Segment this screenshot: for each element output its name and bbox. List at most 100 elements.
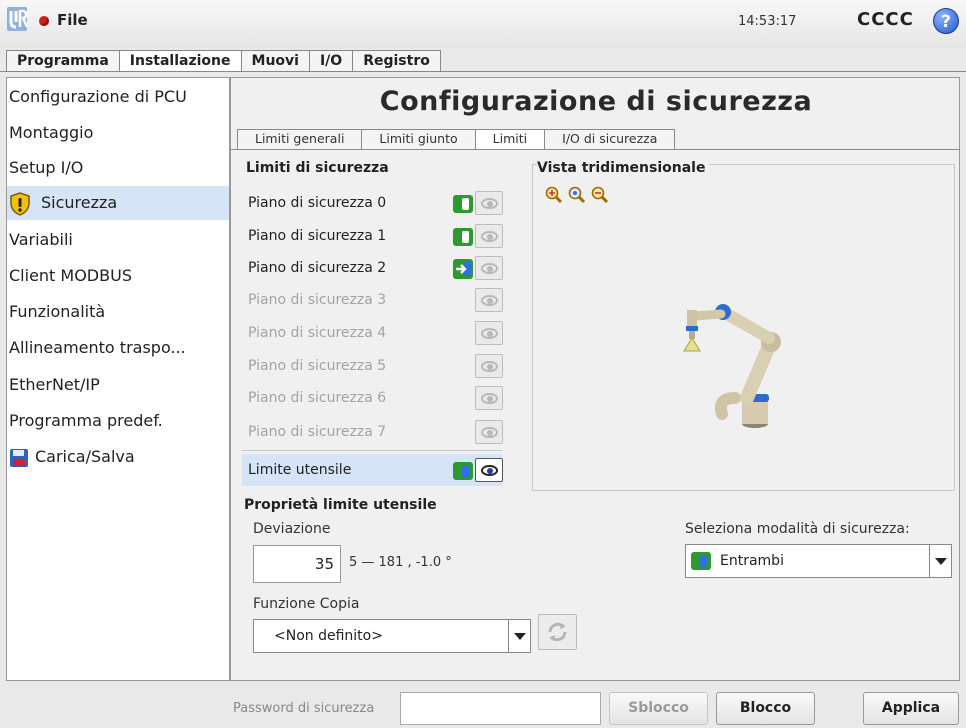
sidebar-item-label: Allineamento traspo... <box>9 338 186 357</box>
visibility-toggle[interactable] <box>475 224 503 248</box>
sidebar-item-sicurezza[interactable]: Sicurezza <box>7 186 229 220</box>
floppy-disk-icon <box>10 448 28 467</box>
safety-mode-value: Entrambi <box>720 553 784 569</box>
sidebar-item-label: Configurazione di PCU <box>9 87 187 106</box>
plane-row-5[interactable]: Piano di sicurezza 5 <box>242 350 503 382</box>
plane-row-6[interactable]: Piano di sicurezza 6 <box>242 382 503 414</box>
mode-select-label: Seleziona modalità di sicurezza: <box>685 521 910 537</box>
mode-both-icon <box>453 462 473 480</box>
sidebar: Configurazione di PCU Montaggio Setup I/… <box>6 77 230 681</box>
plane-label: Piano di sicurezza 7 <box>248 424 387 440</box>
visibility-toggle[interactable] <box>475 420 503 444</box>
plane-row-3[interactable]: Piano di sicurezza 3 <box>242 284 503 316</box>
plane-label: Piano di sicurezza 0 <box>248 195 387 211</box>
sidebar-item-label: Sicurezza <box>41 193 118 212</box>
sidebar-item-setup-io[interactable]: Setup I/O <box>7 151 229 185</box>
plane-row-4[interactable]: Piano di sicurezza 4 <box>242 317 503 349</box>
safety-password-label: Password di sicurezza <box>233 701 375 716</box>
sidebar-item-pcu-config[interactable]: Configurazione di PCU <box>7 80 229 114</box>
tab-installazione[interactable]: Installazione <box>118 50 242 72</box>
tab-limiti-giunto[interactable]: Limiti giunto <box>361 129 476 149</box>
mode-both-icon <box>691 552 711 570</box>
sidebar-item-label: Carica/Salva <box>35 447 135 466</box>
mode-normal-reduced-icon <box>453 228 473 246</box>
plane-label: Piano di sicurezza 2 <box>248 260 387 276</box>
limits-heading: Limiti di sicurezza <box>246 160 389 176</box>
plane-label: Piano di sicurezza 3 <box>248 292 387 308</box>
zoom-reset-icon[interactable] <box>568 186 586 204</box>
visibility-toggle[interactable] <box>475 191 503 215</box>
sidebar-item-load-save[interactable]: Carica/Salva <box>7 440 229 474</box>
sidebar-item-variabili[interactable]: Variabili <box>7 223 229 257</box>
visibility-toggle[interactable] <box>475 458 503 482</box>
shield-warning-icon <box>10 191 30 216</box>
plane-row-0[interactable]: Piano di sicurezza 0 <box>242 187 503 219</box>
sidebar-item-conveyor[interactable]: Allineamento traspo... <box>7 331 229 365</box>
visibility-toggle[interactable] <box>475 256 503 280</box>
help-icon[interactable]: ? <box>933 8 959 34</box>
copy-button[interactable] <box>538 614 577 650</box>
unlock-button[interactable]: Sblocco <box>609 692 708 725</box>
lock-button[interactable]: Blocco <box>716 692 815 725</box>
plane-label: Piano di sicurezza 4 <box>248 325 387 341</box>
tab-programma[interactable]: Programma <box>6 50 120 72</box>
file-menu[interactable]: File <box>57 11 88 29</box>
content-panel: Configurazione di sicurezza Limiti gener… <box>230 77 960 681</box>
sidebar-item-label: Variabili <box>9 230 73 249</box>
tool-props-heading: Proprietà limite utensile <box>244 497 437 513</box>
zoom-in-icon[interactable] <box>545 186 563 204</box>
tool-limit-label: Limite utensile <box>248 462 352 478</box>
tab-limiti-generali[interactable]: Limiti generali <box>237 129 363 149</box>
status-dot-icon <box>39 16 49 26</box>
top-bar: File 14:53:17 CCCC ? <box>0 0 966 48</box>
plane-label: Piano di sicurezza 5 <box>248 358 387 374</box>
tab-muovi[interactable]: Muovi <box>240 50 310 72</box>
visibility-toggle[interactable] <box>475 386 503 410</box>
sidebar-item-label: EtherNet/IP <box>9 375 100 394</box>
sidebar-item-label: Client MODBUS <box>9 266 132 285</box>
copy-function-select[interactable]: <Non definito> <box>253 619 531 653</box>
safety-mode-select[interactable]: Entrambi <box>685 544 952 578</box>
deviation-label: Deviazione <box>253 521 331 537</box>
plane-label: Piano di sicurezza 6 <box>248 390 387 406</box>
tab-io-sicurezza[interactable]: I/O di sicurezza <box>544 129 676 149</box>
safety-password-input[interactable] <box>400 692 601 725</box>
tab-registro[interactable]: Registro <box>352 50 441 72</box>
deviation-range: 5 — 181 , -1.0 ° <box>349 555 452 570</box>
robot-name: CCCC <box>857 9 914 30</box>
sidebar-item-label: Programma predef. <box>9 411 163 430</box>
main-tabs: Programma Installazione Muovi I/O Regist… <box>6 50 441 72</box>
plane-row-1[interactable]: Piano di sicurezza 1 <box>242 220 503 252</box>
sidebar-item-montaggio[interactable]: Montaggio <box>7 116 229 150</box>
visibility-toggle[interactable] <box>475 354 503 378</box>
sub-tabs: Limiti generali Limiti giunto Limiti I/O… <box>237 129 676 149</box>
sidebar-item-default-program[interactable]: Programma predef. <box>7 404 229 438</box>
deviation-input[interactable]: 35 <box>253 545 341 583</box>
apply-button[interactable]: Applica <box>863 692 959 725</box>
plane-row-7[interactable]: Piano di sicurezza 7 <box>242 416 503 448</box>
copy-function-value: <Non definito> <box>274 628 383 644</box>
sidebar-item-ethernet-ip[interactable]: EtherNet/IP <box>7 368 229 402</box>
chevron-down-icon <box>929 545 951 577</box>
tab-io[interactable]: I/O <box>308 50 354 72</box>
zoom-out-icon[interactable] <box>591 186 609 204</box>
tab-limiti[interactable]: Limiti <box>474 129 546 149</box>
refresh-icon <box>548 622 567 642</box>
sidebar-item-funzionalita[interactable]: Funzionalità <box>7 295 229 329</box>
sub-tab-divider <box>231 149 959 150</box>
divider <box>242 450 502 451</box>
chevron-down-icon <box>508 620 530 652</box>
sidebar-item-label: Setup I/O <box>9 158 84 177</box>
plane-label: Piano di sicurezza 1 <box>248 228 387 244</box>
sidebar-item-label: Funzionalità <box>9 302 106 321</box>
sidebar-item-label: Montaggio <box>9 123 94 142</box>
clock: 14:53:17 <box>738 14 797 29</box>
copy-function-label: Funzione Copia <box>253 596 360 612</box>
robot-arm-3d-render <box>683 304 781 428</box>
ur-logo-icon <box>7 7 28 31</box>
sidebar-item-modbus[interactable]: Client MODBUS <box>7 259 229 293</box>
visibility-toggle[interactable] <box>475 288 503 312</box>
visibility-toggle[interactable] <box>475 321 503 345</box>
tool-limit-row[interactable]: Limite utensile <box>242 454 503 486</box>
plane-row-2[interactable]: Piano di sicurezza 2 <box>242 252 503 284</box>
